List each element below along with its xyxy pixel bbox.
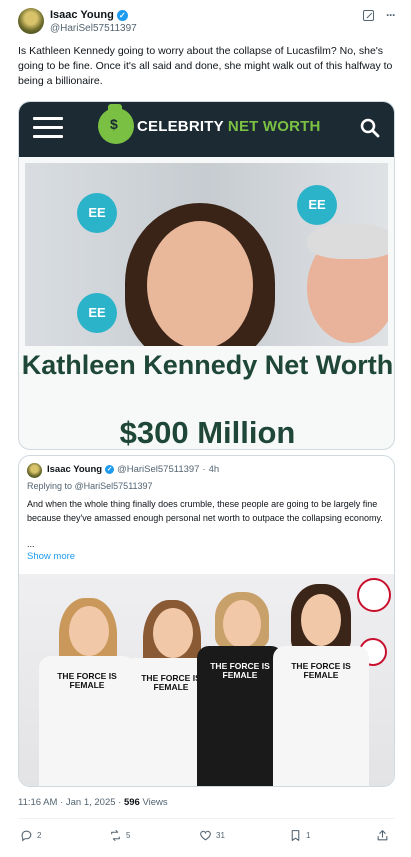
author-name[interactable]: Isaac Young <box>50 9 114 21</box>
person-face <box>301 594 341 646</box>
reply-count: 2 <box>37 831 42 840</box>
tweet-meta: 11:16 AM · Jan 1, 2025 · 596 Views <box>18 797 168 808</box>
quote-author-name: Isaac Young <box>47 464 103 475</box>
reply-button[interactable]: 2 <box>20 829 41 842</box>
person-face <box>69 606 109 656</box>
repost-button[interactable]: 5 <box>109 829 130 842</box>
tshirt-print: THE FORCE IS FEMALE <box>273 646 369 786</box>
repost-count: 5 <box>126 831 131 840</box>
net-worth-amount: $300 Million <box>119 415 296 450</box>
ee-logo: EE <box>77 293 117 333</box>
views-label: Views <box>139 797 168 808</box>
bookmark-count: 1 <box>306 831 311 840</box>
event-logo <box>357 578 391 612</box>
quote-header: Isaac Young ✓ @HariSel57511397 · 4h <box>47 464 219 475</box>
quote-author-handle: @HariSel57511397 <box>117 464 200 475</box>
person-face <box>223 600 261 648</box>
grok-icon[interactable] <box>363 9 374 21</box>
verified-badge-icon: ✓ <box>105 465 115 474</box>
share-icon <box>377 830 388 841</box>
bookmark-icon <box>291 830 300 841</box>
tshirt-print: THE FORCE IS FEMALE <box>197 646 283 786</box>
more-options-icon[interactable]: ··· <box>386 8 396 22</box>
quote-timestamp: 4h <box>208 464 220 475</box>
red-carpet-photo: EE EE EE <box>25 163 388 346</box>
search-icon <box>360 118 380 138</box>
man-hair <box>307 223 388 259</box>
woman-face <box>147 221 253 346</box>
divider <box>18 818 395 819</box>
show-more-link[interactable]: Show more <box>27 551 75 562</box>
brand-word-celebrity: CELEBRITY <box>137 118 224 135</box>
tweet-time-date[interactable]: 11:16 AM · Jan 1, 2025 · <box>18 797 124 808</box>
quote-text: And when the whole thing finally does cr… <box>27 499 383 523</box>
author-handle[interactable]: @HariSel57511397 <box>50 23 137 34</box>
site-header-bar: CELEBRITY NET WORTH <box>19 102 394 157</box>
tshirt-print: THE FORCE IS FEMALE <box>39 656 135 786</box>
hamburger-menu-icon <box>33 117 63 144</box>
tweet-top-actions: ··· <box>363 8 396 22</box>
quote-author-avatar <box>27 463 42 478</box>
piggy-bank-logo-icon <box>98 104 134 144</box>
separator-dot: · <box>202 464 206 475</box>
ee-logo: EE <box>297 185 337 225</box>
action-bar: 2 5 31 1 <box>18 829 395 845</box>
bookmark-button[interactable]: 1 <box>289 829 310 842</box>
author-avatar[interactable] <box>18 8 44 34</box>
reply-icon <box>21 830 32 842</box>
like-count: 31 <box>216 831 225 840</box>
quoted-tweet[interactable]: Isaac Young ✓ @HariSel57511397 · 4h Repl… <box>18 455 395 787</box>
site-brand: CELEBRITY NET WORTH <box>137 118 321 135</box>
heart-icon <box>200 830 211 841</box>
tweet-text: Is Kathleen Kennedy going to worry about… <box>18 45 393 87</box>
views-count: 596 <box>123 797 140 808</box>
quote-ellipsis: ... <box>27 539 35 549</box>
group-photo: THE FORCE IS FEMALE THE FORCE IS FEMALE … <box>19 574 394 786</box>
verified-badge-icon: ✓ <box>116 9 128 21</box>
replying-to: Replying to @HariSel57511397 <box>27 481 153 491</box>
ee-logo: EE <box>77 193 117 233</box>
net-worth-headline: Kathleen Kennedy Net Worth <box>21 350 394 380</box>
brand-word-net-worth: NET WORTH <box>227 118 321 135</box>
share-button[interactable] <box>376 829 389 842</box>
repost-icon <box>111 830 120 841</box>
tweet: Isaac Young ✓ @HariSel57511397 ··· Is Ka… <box>0 0 411 857</box>
attached-image[interactable]: CELEBRITY NET WORTH EE EE EE Kathleen Ke… <box>18 101 395 450</box>
author-name-row: Isaac Young ✓ <box>50 9 128 21</box>
person-face <box>153 608 193 658</box>
like-button[interactable]: 31 <box>199 829 225 842</box>
